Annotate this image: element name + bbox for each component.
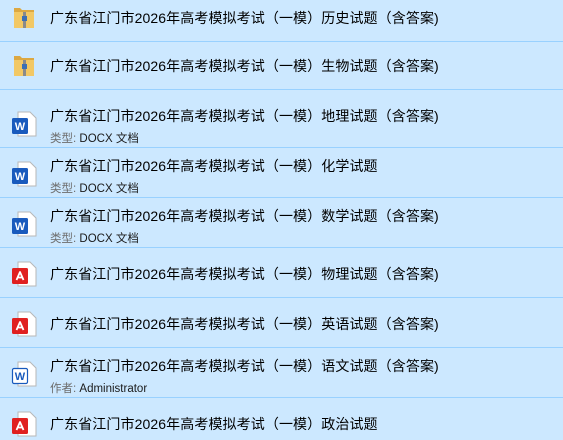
meta-label: 类型: — [50, 183, 77, 195]
word-doc-outline-icon: W — [11, 361, 37, 387]
file-name: 广东省江门市2026年高考模拟考试（一模）政治试题 — [50, 416, 378, 432]
file-meta: 作者: Administrator — [50, 380, 147, 396]
file-meta: 类型: DOCX 文档 — [50, 130, 139, 146]
file-name: 广东省江门市2026年高考模拟考试（一模）历史试题（含答案) — [50, 10, 439, 26]
file-item[interactable]: W 广东省江门市2026年高考模拟考试（一模）地理试题（含答案) 类型: DOC… — [0, 100, 563, 148]
file-name: 广东省江门市2026年高考模拟考试（一模）物理试题（含答案) — [50, 266, 439, 282]
file-item[interactable]: 广东省江门市2026年高考模拟考试（一模）物理试题（含答案) — [0, 250, 563, 298]
file-item[interactable]: 广东省江门市2026年高考模拟考试（一模）历史试题（含答案) — [0, 0, 563, 42]
meta-value: DOCX 文档 — [79, 233, 139, 245]
pdf-icon — [12, 261, 37, 287]
file-item[interactable]: 广东省江门市2026年高考模拟考试（一模）政治试题 — [0, 400, 563, 440]
file-meta: 类型: DOCX 文档 — [50, 230, 139, 246]
zip-folder-icon — [14, 56, 34, 76]
file-item[interactable]: W 广东省江门市2026年高考模拟考试（一模）化学试题 类型: DOCX 文档 — [0, 150, 563, 198]
file-item[interactable]: W 广东省江门市2026年高考模拟考试（一模）语文试题（含答案) 作者: Adm… — [0, 350, 563, 398]
svg-text:W: W — [15, 121, 26, 133]
pdf-icon — [12, 411, 37, 437]
file-name: 广东省江门市2026年高考模拟考试（一模）数学试题（含答案) — [50, 208, 439, 224]
svg-text:W: W — [15, 221, 26, 233]
word-doc-icon: W — [12, 161, 37, 187]
file-name: 广东省江门市2026年高考模拟考试（一模）语文试题（含答案) — [50, 358, 439, 374]
meta-label: 类型: — [50, 233, 77, 245]
file-item[interactable]: W 广东省江门市2026年高考模拟考试（一模）数学试题（含答案) 类型: DOC… — [0, 200, 563, 248]
file-item[interactable]: 广东省江门市2026年高考模拟考试（一模）生物试题（含答案) — [0, 42, 563, 90]
file-item[interactable]: 广东省江门市2026年高考模拟考试（一模）英语试题（含答案) — [0, 300, 563, 348]
file-name: 广东省江门市2026年高考模拟考试（一模）化学试题 — [50, 158, 378, 174]
meta-label: 作者: — [50, 383, 77, 395]
file-meta: 类型: DOCX 文档 — [50, 180, 139, 196]
meta-value: DOCX 文档 — [79, 183, 139, 195]
meta-value: DOCX 文档 — [79, 133, 139, 145]
file-list: 广东省江门市2026年高考模拟考试（一模）历史试题（含答案) 广东省江门市202… — [0, 0, 563, 440]
meta-label: 类型: — [50, 133, 77, 145]
file-name: 广东省江门市2026年高考模拟考试（一模）英语试题（含答案) — [50, 316, 439, 332]
word-doc-icon: W — [12, 111, 37, 137]
svg-text:W: W — [15, 371, 26, 383]
file-name: 广东省江门市2026年高考模拟考试（一模）生物试题（含答案) — [50, 58, 439, 74]
zip-folder-icon — [14, 8, 34, 28]
svg-text:W: W — [15, 171, 26, 183]
meta-value: Administrator — [79, 383, 148, 395]
word-doc-icon: W — [12, 211, 37, 237]
pdf-icon — [12, 311, 37, 337]
file-name: 广东省江门市2026年高考模拟考试（一模）地理试题（含答案) — [50, 108, 439, 124]
